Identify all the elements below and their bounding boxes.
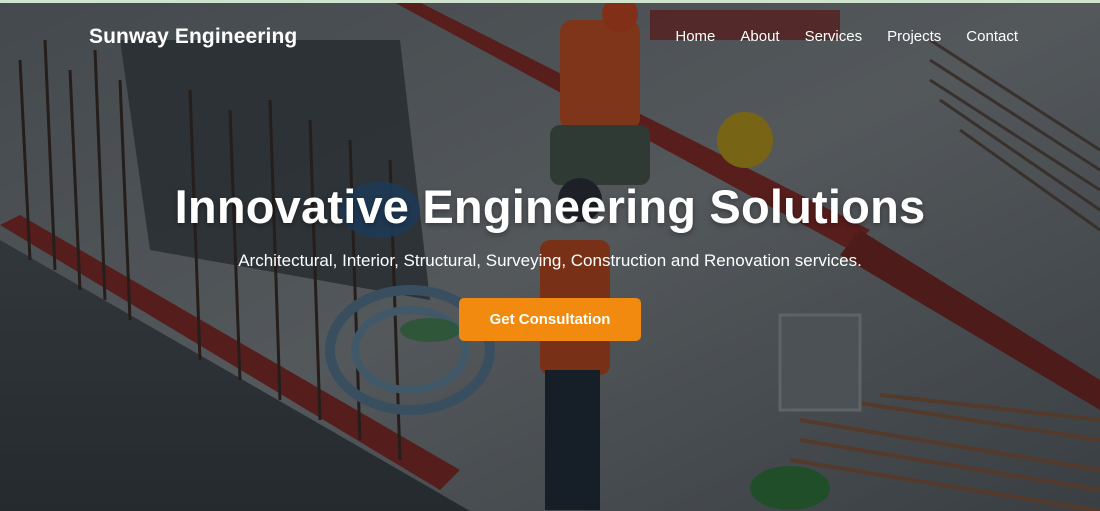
nav-item-projects[interactable]: Projects xyxy=(887,28,941,45)
nav-item-home[interactable]: Home xyxy=(675,28,715,45)
nav-item-contact[interactable]: Contact xyxy=(966,28,1018,45)
main-nav: Home About Services Projects Contact xyxy=(675,28,1018,45)
browser-top-strip xyxy=(0,0,1100,3)
nav-item-services[interactable]: Services xyxy=(805,28,863,45)
hero-section: Innovative Engineering Solutions Archite… xyxy=(0,178,1100,341)
page: Sunway Engineering Home About Services P… xyxy=(0,0,1100,511)
get-consultation-button[interactable]: Get Consultation xyxy=(459,298,641,341)
hero-subtitle: Architectural, Interior, Structural, Sur… xyxy=(238,251,862,270)
site-header: Sunway Engineering Home About Services P… xyxy=(0,3,1100,69)
nav-item-about[interactable]: About xyxy=(740,28,779,45)
hero-title: Innovative Engineering Solutions xyxy=(174,180,926,233)
brand-logo-link[interactable]: Sunway Engineering xyxy=(89,25,297,49)
